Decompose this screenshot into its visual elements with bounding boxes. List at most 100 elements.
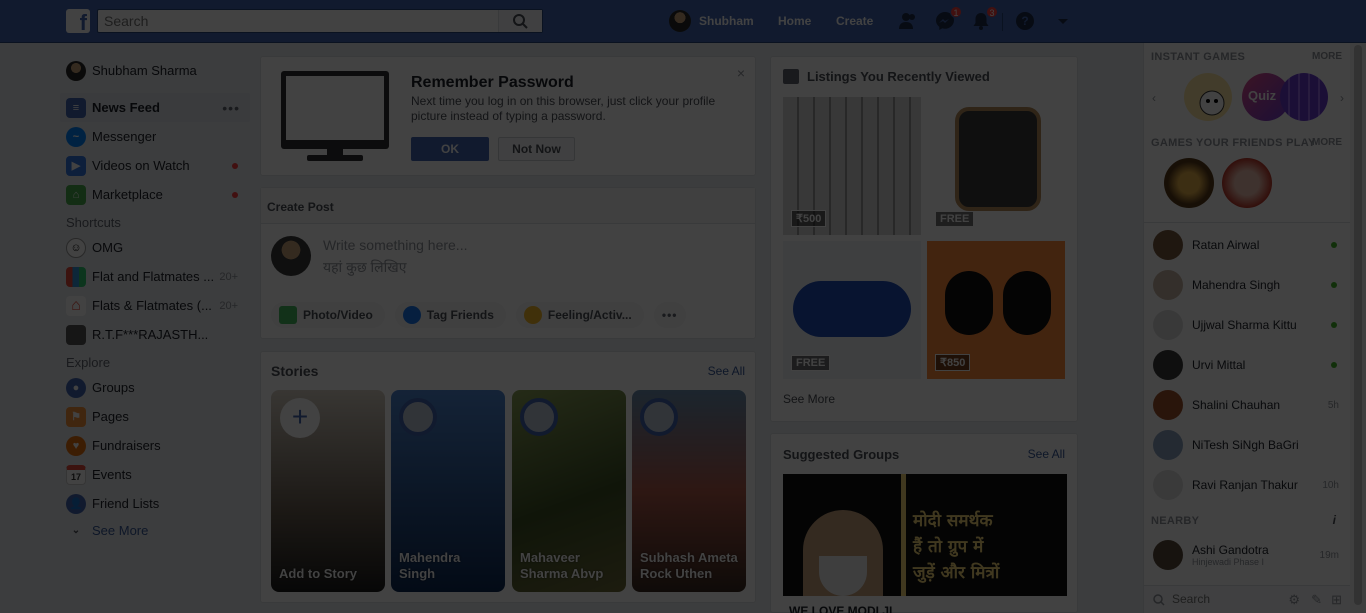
ok-button[interactable]: OK xyxy=(411,137,489,161)
page-scrollbar[interactable] xyxy=(1350,43,1366,613)
sidebar-item-messenger[interactable]: ~ Messenger xyxy=(60,122,250,151)
chat-contact[interactable]: NiTesh SiNgh BaGri xyxy=(1153,427,1343,463)
game-tile[interactable] xyxy=(1280,73,1328,121)
last-active-time: 10h xyxy=(1322,479,1339,491)
chat-contact[interactable]: Ravi Ranjan Thakur 10h xyxy=(1153,467,1343,503)
listing-tile[interactable]: ₹850 xyxy=(927,241,1065,379)
listing-price: FREE xyxy=(791,355,831,371)
group-cover-text-line: हैं तो ग्रुप में xyxy=(913,537,984,557)
chat-contact[interactable]: Ashi Gandotra Hinjewadi Phase I 19m xyxy=(1153,537,1343,573)
story-item[interactable]: Mahendra Singh xyxy=(391,390,505,592)
post-composer-input[interactable]: Write something here... xyxy=(323,237,467,253)
avatar xyxy=(271,236,311,276)
sidebar-item-news-feed[interactable]: ≡ News Feed ••• xyxy=(60,93,250,122)
friend-requests-icon[interactable] xyxy=(897,10,919,32)
notifications-icon[interactable]: 3 xyxy=(970,6,998,32)
create-link[interactable]: Create xyxy=(836,14,873,28)
group-cover-text: मोदी समर्थक हैं तो ग्रुप में जुड़ें और म… xyxy=(913,508,999,586)
help-icon[interactable]: ? xyxy=(1014,10,1036,32)
online-indicator xyxy=(1331,322,1337,328)
search-input[interactable] xyxy=(98,10,498,32)
scrollbar-thumb[interactable] xyxy=(1354,45,1362,605)
instant-games-more-link[interactable]: MORE xyxy=(1312,51,1342,62)
chevron-right-icon[interactable]: › xyxy=(1340,91,1344,105)
last-active-time: 19m xyxy=(1319,549,1339,561)
sidebar-item-marketplace[interactable]: ⌂ Marketplace xyxy=(60,180,250,209)
sidebar-item-label: Marketplace xyxy=(92,187,163,202)
group-icon xyxy=(66,324,86,345)
contact-name: Urvi Mittal xyxy=(1192,358,1246,372)
chat-contact[interactable]: Mahendra Singh xyxy=(1153,267,1343,303)
listings-see-more-link[interactable]: See More xyxy=(783,392,835,406)
nearby-contact-location: Hinjewadi Phase I xyxy=(1192,557,1265,567)
shortcut-item[interactable]: R.T.F***RAJASTH... xyxy=(60,320,250,349)
photo-icon xyxy=(279,306,297,324)
avatar xyxy=(1153,350,1183,380)
explore-item-groups[interactable]: ● Groups xyxy=(60,373,250,402)
story-item[interactable]: Subhash Ameta Rock Uthen xyxy=(632,390,746,592)
explore-item-pages[interactable]: ⚑ Pages xyxy=(60,402,250,431)
avatar xyxy=(1153,390,1183,420)
profile-link[interactable]: Shubham xyxy=(669,9,754,33)
explore-heading: Explore xyxy=(66,355,111,370)
tag-friends-icon xyxy=(402,306,421,324)
sidebar-profile[interactable]: Shubham Sharma xyxy=(60,56,250,85)
info-icon[interactable]: i xyxy=(1333,513,1336,527)
story-item[interactable]: Mahaveer Sharma Abvp xyxy=(512,390,626,592)
stories-see-all-link[interactable]: See All xyxy=(708,364,745,378)
explore-item-friend-lists[interactable]: 👤 Friend Lists xyxy=(60,489,250,518)
listing-tile[interactable]: FREE xyxy=(927,97,1065,235)
close-icon[interactable]: × xyxy=(737,65,745,81)
chat-contact[interactable]: Ratan Airwal xyxy=(1153,227,1343,263)
friend-game-tile[interactable] xyxy=(1164,158,1214,208)
chat-contact[interactable]: Urvi Mittal xyxy=(1153,347,1343,383)
contact-name: Ashi Gandotra Hinjewadi Phase I xyxy=(1192,543,1269,567)
sidebar-item-watch[interactable]: ▶ Videos on Watch xyxy=(60,151,250,180)
search-icon xyxy=(513,14,528,29)
shortcut-label: Flats & Flatmates (... xyxy=(92,298,212,313)
account-menu-chevron-down-icon[interactable] xyxy=(1052,10,1074,32)
smiley-icon xyxy=(523,306,542,324)
more-options-button[interactable]: ••• xyxy=(653,302,686,328)
search-button[interactable] xyxy=(498,10,542,32)
feeling-activity-button[interactable]: Feeling/Activ... xyxy=(515,302,644,328)
chevron-left-icon[interactable]: ‹ xyxy=(1152,91,1156,105)
group-chat-icon[interactable]: ⊞ xyxy=(1331,592,1342,608)
stories-title: Stories xyxy=(271,363,319,379)
shortcut-count: 20+ xyxy=(219,299,238,312)
shortcut-item[interactable]: ⌂ Flats & Flatmates (... 20+ xyxy=(60,291,250,320)
messenger-icon[interactable]: 1 xyxy=(934,6,962,32)
explore-item-events[interactable]: 17 Events xyxy=(60,460,250,489)
facebook-logo-icon[interactable]: f xyxy=(66,9,90,33)
photo-video-button[interactable]: Photo/Video xyxy=(271,302,385,328)
chat-contact[interactable]: Ujjwal Sharma Kittu xyxy=(1153,307,1343,343)
avatar xyxy=(1153,430,1183,460)
shortcut-item[interactable]: Flat and Flatmates ... 20+ xyxy=(60,262,250,291)
shortcut-item[interactable]: ☺ OMG xyxy=(60,233,250,262)
listing-tile[interactable]: FREE xyxy=(783,241,921,379)
gear-icon[interactable]: ⚙ xyxy=(1288,592,1300,608)
game-tile[interactable] xyxy=(1184,73,1232,121)
listing-price: ₹850 xyxy=(935,354,971,371)
search-icon xyxy=(1153,594,1165,606)
suggested-groups-see-all-link[interactable]: See All xyxy=(1028,447,1065,461)
group-name[interactable]: WE LOVE MODI JI xyxy=(789,604,892,613)
contact-name: Mahendra Singh xyxy=(1192,278,1281,292)
chat-contact[interactable]: Shalini Chauhan 5h xyxy=(1153,387,1343,423)
explore-item-fundraisers[interactable]: ♥ Fundraisers xyxy=(60,431,250,460)
left-sidebar: Shubham Sharma ≡ News Feed ••• ~ Messeng… xyxy=(60,56,250,542)
friend-game-tile[interactable] xyxy=(1222,158,1272,208)
story-add[interactable]: + Add to Story xyxy=(271,390,385,592)
more-options-icon[interactable]: ••• xyxy=(222,100,240,116)
new-message-icon[interactable]: ✎ xyxy=(1311,592,1322,608)
friends-games-more-link[interactable]: MORE xyxy=(1312,137,1342,148)
see-more-link[interactable]: ⌄ See More xyxy=(60,518,250,542)
tag-friends-button[interactable]: Tag Friends xyxy=(394,302,506,328)
not-now-button[interactable]: Not Now xyxy=(498,137,575,161)
home-link[interactable]: Home xyxy=(778,14,811,28)
post-composer-input-hindi[interactable]: यहां कुछ लिखिए xyxy=(323,258,406,277)
news-feed-icon: ≡ xyxy=(66,97,86,118)
listing-tile[interactable]: ₹500 xyxy=(783,97,921,235)
chat-search-input[interactable] xyxy=(1172,586,1272,612)
group-cover-image[interactable]: मोदी समर्थक हैं तो ग्रुप में जुड़ें और म… xyxy=(783,474,1067,596)
